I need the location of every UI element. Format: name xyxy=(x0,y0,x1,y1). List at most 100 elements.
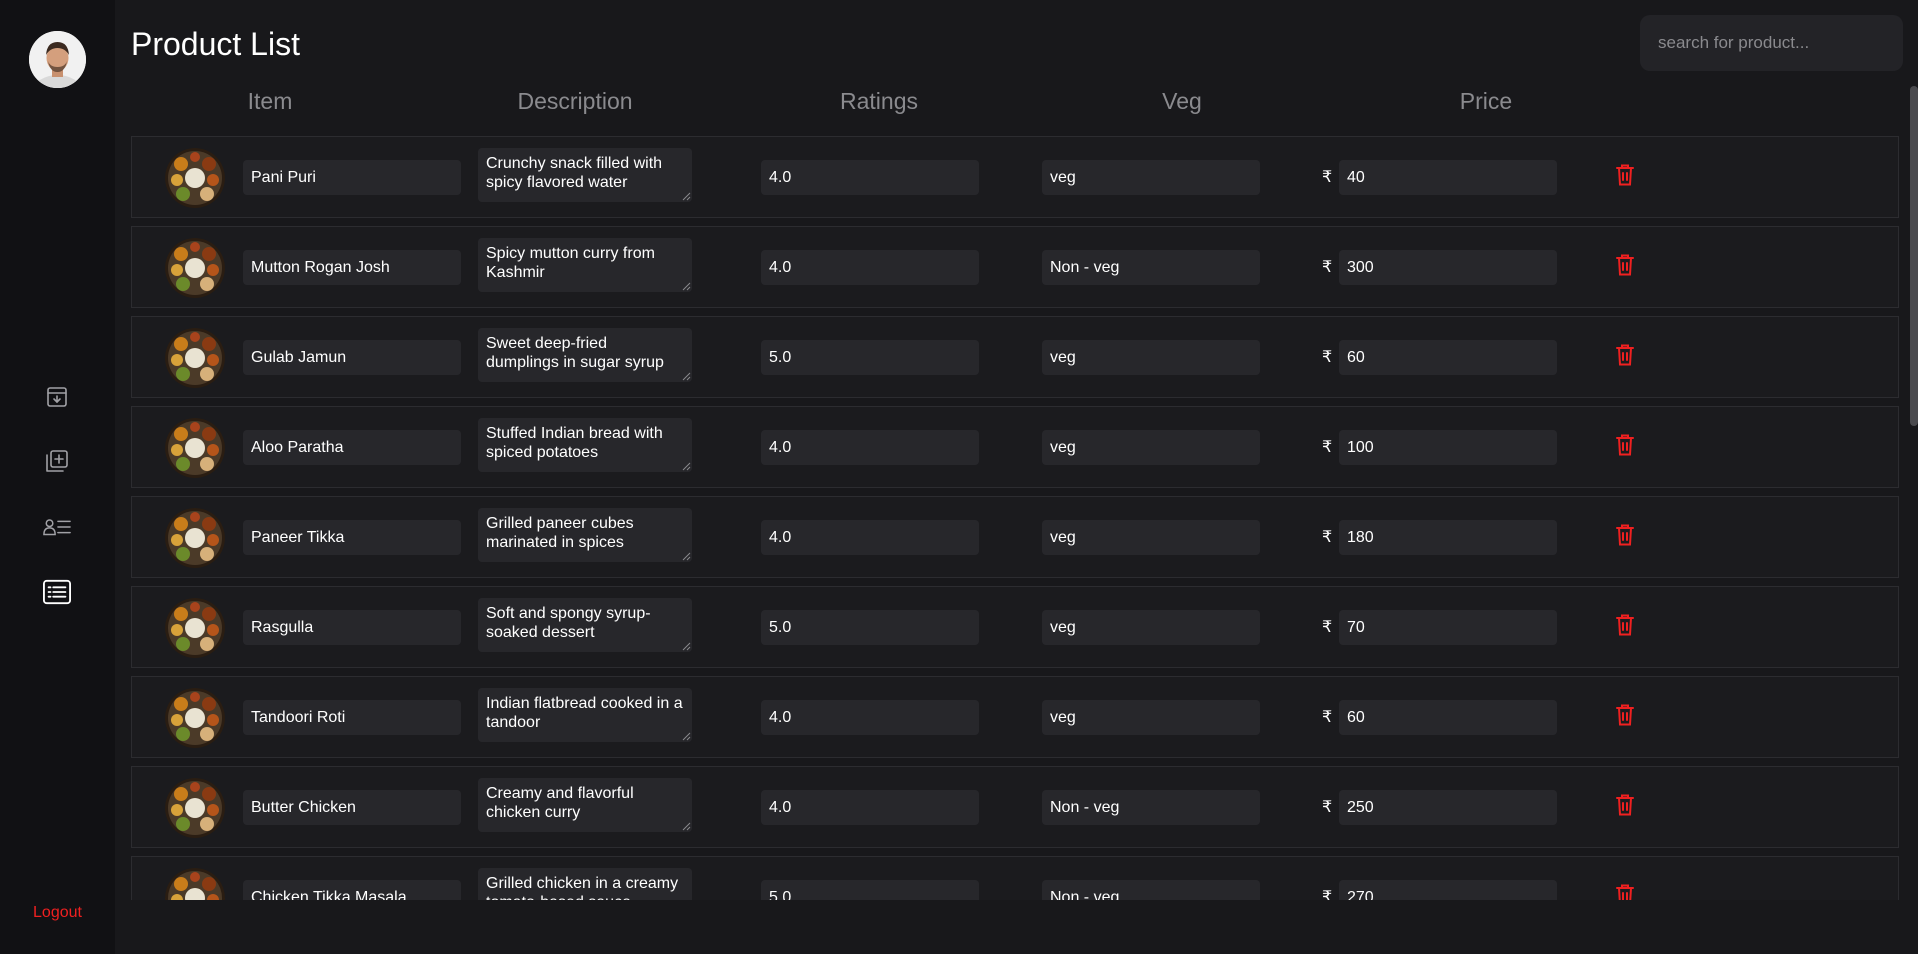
delete-icon[interactable] xyxy=(1616,704,1634,726)
product-image xyxy=(165,148,225,208)
product-description-text: Sweet deep-fried dumplings in sugar syru… xyxy=(486,335,664,371)
product-veg-input[interactable] xyxy=(1042,520,1260,555)
product-rating-input[interactable] xyxy=(761,520,979,555)
product-list-icon[interactable] xyxy=(43,578,71,606)
resize-grip-icon[interactable] xyxy=(682,732,691,741)
product-price-input[interactable] xyxy=(1339,880,1557,900)
product-name-input[interactable] xyxy=(243,250,461,285)
currency-symbol: ₹ xyxy=(1322,259,1333,276)
product-rating-input[interactable] xyxy=(761,250,979,285)
product-name-input[interactable] xyxy=(243,790,461,825)
currency-symbol: ₹ xyxy=(1322,709,1333,726)
product-price-input[interactable] xyxy=(1339,610,1557,645)
logout-button[interactable]: Logout xyxy=(0,904,115,922)
product-price-input[interactable] xyxy=(1339,430,1557,465)
product-veg-input[interactable] xyxy=(1042,700,1260,735)
product-description-textarea[interactable]: Creamy and flavorful chicken curry xyxy=(478,778,692,832)
resize-grip-icon[interactable] xyxy=(682,372,691,381)
product-row: Grilled paneer cubes marinated in spices… xyxy=(131,496,1899,578)
resize-grip-icon[interactable] xyxy=(682,552,691,561)
product-image xyxy=(165,418,225,478)
product-rating-input[interactable] xyxy=(761,340,979,375)
resize-grip-icon[interactable] xyxy=(682,462,691,471)
delete-icon[interactable] xyxy=(1616,434,1634,456)
product-price-input[interactable] xyxy=(1339,700,1557,735)
product-image xyxy=(165,238,225,298)
delete-icon[interactable] xyxy=(1616,164,1634,186)
product-row: Sweet deep-fried dumplings in sugar syru… xyxy=(131,316,1899,398)
product-image xyxy=(165,688,225,748)
delete-icon[interactable] xyxy=(1616,524,1634,546)
product-name-input[interactable] xyxy=(243,700,461,735)
product-veg-input[interactable] xyxy=(1042,610,1260,645)
product-name-input[interactable] xyxy=(243,610,461,645)
product-rating-input[interactable] xyxy=(761,430,979,465)
product-rating-input[interactable] xyxy=(761,160,979,195)
product-name-input[interactable] xyxy=(243,520,461,555)
currency-symbol: ₹ xyxy=(1322,349,1333,366)
currency-symbol: ₹ xyxy=(1322,619,1333,636)
resize-grip-icon[interactable] xyxy=(682,282,691,291)
product-description-textarea[interactable]: Indian flatbread cooked in a tandoor xyxy=(478,688,692,742)
search-input[interactable] xyxy=(1640,15,1903,71)
user-list-icon[interactable] xyxy=(43,513,71,541)
product-row: Soft and spongy syrup-soaked dessert ₹ xyxy=(131,586,1899,668)
delete-icon[interactable] xyxy=(1616,884,1634,900)
product-description-textarea[interactable]: Grilled paneer cubes marinated in spices xyxy=(478,508,692,562)
product-name-input[interactable] xyxy=(243,880,461,900)
column-header-veg: Veg xyxy=(1162,88,1202,114)
product-veg-input[interactable] xyxy=(1042,250,1260,285)
product-veg-input[interactable] xyxy=(1042,160,1260,195)
product-description-textarea[interactable]: Spicy mutton curry from Kashmir xyxy=(478,238,692,292)
sidebar: Logout xyxy=(0,0,115,954)
currency-symbol: ₹ xyxy=(1322,169,1333,186)
resize-grip-icon[interactable] xyxy=(682,642,691,651)
product-veg-input[interactable] xyxy=(1042,430,1260,465)
product-name-input[interactable] xyxy=(243,160,461,195)
product-veg-input[interactable] xyxy=(1042,880,1260,900)
product-description-textarea[interactable]: Stuffed Indian bread with spiced potatoe… xyxy=(478,418,692,472)
product-image xyxy=(165,508,225,568)
product-rating-input[interactable] xyxy=(761,700,979,735)
product-name-input[interactable] xyxy=(243,340,461,375)
product-description-textarea[interactable]: Sweet deep-fried dumplings in sugar syru… xyxy=(478,328,692,382)
archive-download-icon[interactable] xyxy=(43,383,71,411)
product-row: Stuffed Indian bread with spiced potatoe… xyxy=(131,406,1899,488)
product-price-input[interactable] xyxy=(1339,790,1557,825)
product-price-input[interactable] xyxy=(1339,340,1557,375)
currency-symbol: ₹ xyxy=(1322,439,1333,456)
product-description-text: Soft and spongy syrup-soaked dessert xyxy=(486,605,651,641)
product-description-textarea[interactable]: Soft and spongy syrup-soaked dessert xyxy=(478,598,692,652)
product-description-text: Creamy and flavorful chicken curry xyxy=(486,785,634,821)
product-row: Grilled chicken in a creamy tomato-based… xyxy=(131,856,1899,900)
product-row: Crunchy snack filled with spicy flavored… xyxy=(131,136,1899,218)
product-description-textarea[interactable]: Crunchy snack filled with spicy flavored… xyxy=(478,148,692,202)
delete-icon[interactable] xyxy=(1616,794,1634,816)
resize-grip-icon[interactable] xyxy=(682,822,691,831)
scrollbar[interactable] xyxy=(1910,86,1918,426)
product-rating-input[interactable] xyxy=(761,880,979,900)
user-avatar[interactable] xyxy=(29,31,86,88)
product-price-input[interactable] xyxy=(1339,520,1557,555)
product-description-textarea[interactable]: Grilled chicken in a creamy tomato-based… xyxy=(478,868,692,900)
product-rating-input[interactable] xyxy=(761,610,979,645)
product-image xyxy=(165,778,225,838)
delete-icon[interactable] xyxy=(1616,614,1634,636)
main-content: Product List Item Description Ratings Ve… xyxy=(115,0,1918,954)
product-row: Spicy mutton curry from Kashmir ₹ xyxy=(131,226,1899,308)
product-description-text: Stuffed Indian bread with spiced potatoe… xyxy=(486,425,663,461)
product-veg-input[interactable] xyxy=(1042,340,1260,375)
product-price-input[interactable] xyxy=(1339,160,1557,195)
product-veg-input[interactable] xyxy=(1042,790,1260,825)
add-product-icon[interactable] xyxy=(43,447,71,475)
product-rating-input[interactable] xyxy=(761,790,979,825)
product-price-input[interactable] xyxy=(1339,250,1557,285)
delete-icon[interactable] xyxy=(1616,344,1634,366)
product-name-input[interactable] xyxy=(243,430,461,465)
product-image xyxy=(165,868,225,900)
resize-grip-icon[interactable] xyxy=(682,192,691,201)
column-header-ratings: Ratings xyxy=(840,88,918,114)
product-image xyxy=(165,598,225,658)
bottom-spacer xyxy=(115,900,1918,954)
delete-icon[interactable] xyxy=(1616,254,1634,276)
